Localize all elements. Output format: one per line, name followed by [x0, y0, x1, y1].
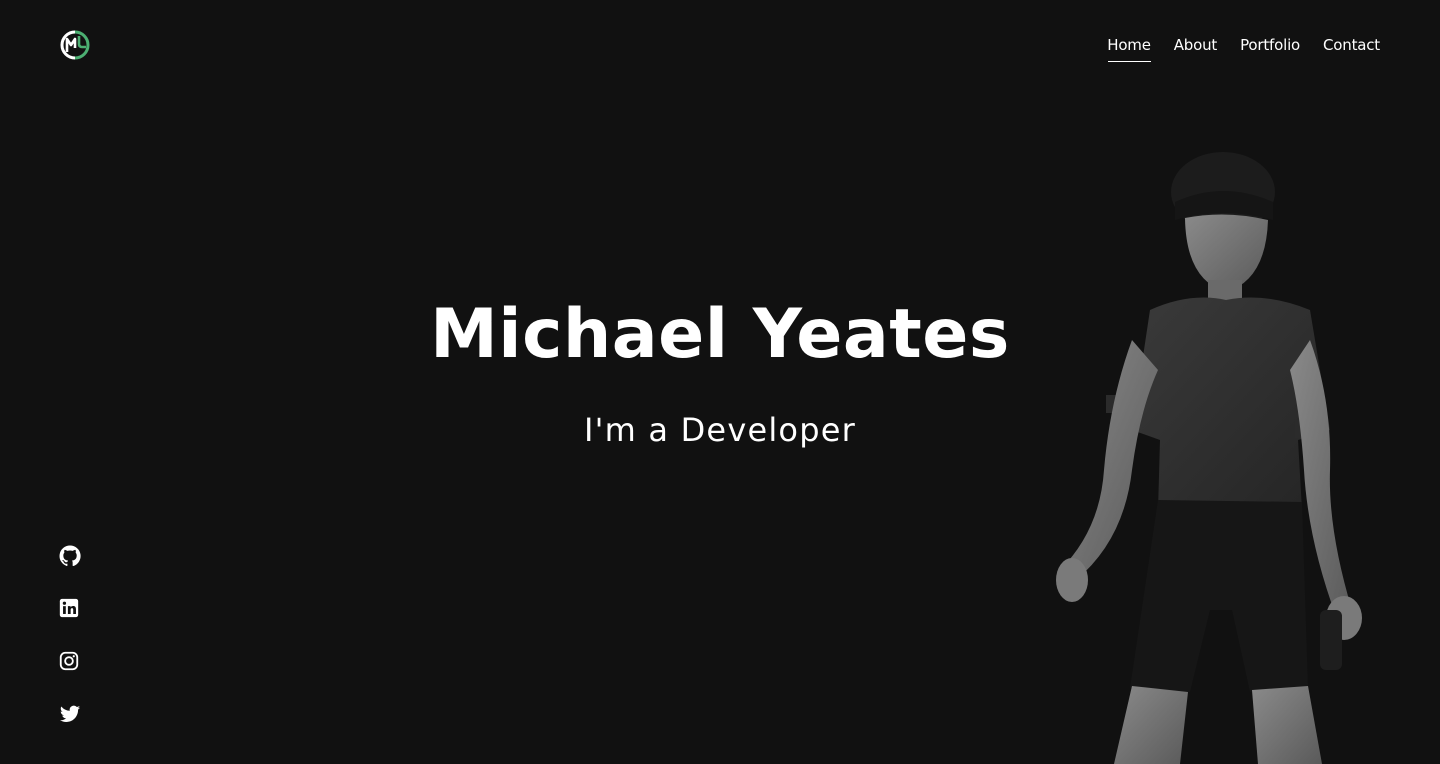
linkedin-icon — [59, 598, 79, 618]
linkedin-link[interactable] — [58, 597, 82, 619]
nav-about-link[interactable]: About — [1174, 34, 1218, 62]
twitter-icon — [59, 705, 81, 722]
github-icon — [59, 545, 81, 567]
social-links — [58, 544, 82, 725]
twitter-link[interactable] — [58, 703, 82, 725]
github-link[interactable] — [58, 544, 82, 567]
instagram-link[interactable] — [58, 650, 82, 672]
page: Home About Portfolio Contact Michael Yea… — [0, 0, 1440, 764]
main-nav: Home About Portfolio Contact — [1107, 34, 1380, 62]
hero-name: Michael Yeates — [430, 295, 1010, 374]
hero: Michael Yeates I'm a Developer — [0, 290, 1440, 452]
hero-tagline: I'm a Developer — [584, 411, 856, 449]
hero-photo — [1056, 152, 1362, 764]
logo-icon — [60, 30, 90, 60]
nav-contact-link[interactable]: Contact — [1323, 34, 1380, 62]
nav-home-link[interactable]: Home — [1107, 34, 1151, 62]
instagram-icon — [59, 651, 79, 671]
nav-portfolio-link[interactable]: Portfolio — [1240, 34, 1300, 62]
logo[interactable] — [58, 28, 92, 62]
